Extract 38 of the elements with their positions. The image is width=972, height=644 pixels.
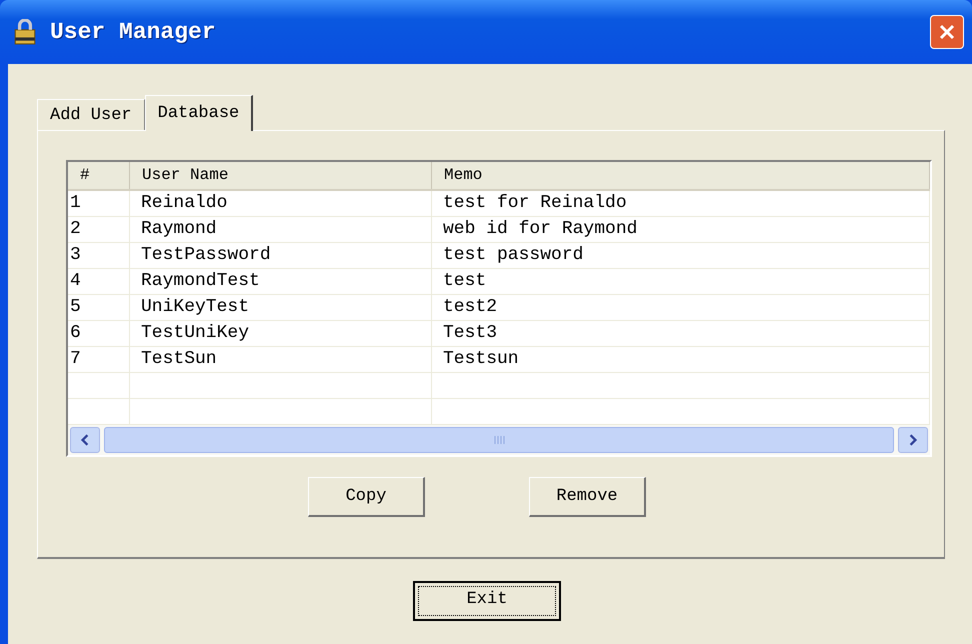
- column-header[interactable]: Memo: [432, 162, 930, 189]
- action-button[interactable]: Copy: [308, 477, 425, 517]
- table-cell: test2: [432, 295, 930, 321]
- action-button[interactable]: Remove: [529, 477, 646, 517]
- table-cell: 7: [68, 347, 130, 373]
- table-cell: test: [432, 269, 930, 295]
- tab[interactable]: Add User: [37, 99, 145, 130]
- table-cell: 4: [68, 269, 130, 295]
- scroll-thumb[interactable]: [104, 427, 894, 453]
- table-cell: TestPassword: [130, 243, 432, 269]
- close-button[interactable]: [930, 15, 964, 49]
- scroll-left-icon[interactable]: [70, 427, 100, 453]
- table-cell: 6: [68, 321, 130, 347]
- scroll-right-icon[interactable]: [898, 427, 928, 453]
- table-cell: Testsun: [432, 347, 930, 373]
- table-cell: TestSun: [130, 347, 432, 373]
- tab[interactable]: Database: [144, 95, 254, 131]
- table-cell: Reinaldo: [130, 191, 432, 217]
- table-cell: RaymondTest: [130, 269, 432, 295]
- table-cell: web id for Raymond: [432, 217, 930, 243]
- table-cell: 1: [68, 191, 130, 217]
- table-cell: Raymond: [130, 217, 432, 243]
- exit-button[interactable]: Exit: [413, 581, 561, 621]
- table-cell: 2: [68, 217, 130, 243]
- table-cell: 5: [68, 295, 130, 321]
- table-cell: UniKeyTest: [130, 295, 432, 321]
- empty-table-cell: [68, 373, 130, 399]
- table-cell: Test3: [432, 321, 930, 347]
- window-title: User Manager: [50, 19, 217, 45]
- table-cell: test password: [432, 243, 930, 269]
- column-header[interactable]: #: [68, 162, 130, 189]
- table-cell: TestUniKey: [130, 321, 432, 347]
- lock-icon: [12, 19, 38, 45]
- horizontal-scrollbar[interactable]: [68, 425, 930, 455]
- column-header[interactable]: User Name: [130, 162, 432, 189]
- table-cell: 3: [68, 243, 130, 269]
- table-cell: test for Reinaldo: [432, 191, 930, 217]
- close-icon: [937, 22, 957, 42]
